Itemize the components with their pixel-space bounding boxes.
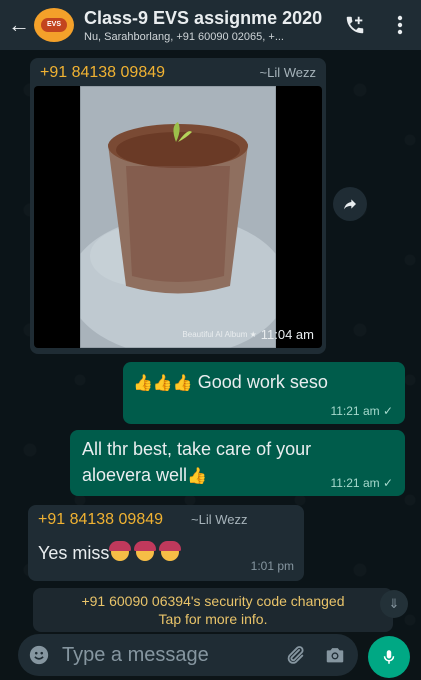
- back-arrow-icon[interactable]: ←: [4, 12, 34, 38]
- forward-icon[interactable]: [333, 187, 367, 221]
- chat-title: Class-9 EVS assignme 2020: [84, 7, 323, 28]
- chat-title-area[interactable]: Class-9 EVS assignme 2020 Nu, Sarahborla…: [84, 8, 344, 43]
- sender-phone[interactable]: +91 84138 09849: [38, 511, 163, 529]
- message-time: 1:01 pm: [250, 559, 294, 573]
- thumbs-up-emoji: 👍: [152, 375, 173, 392]
- message-body: 👍👍👍 Good work seso: [133, 372, 328, 393]
- add-call-icon[interactable]: [340, 10, 370, 40]
- thumbs-up-emoji: 👍: [187, 468, 207, 485]
- sender-alias: ~Lil Wezz: [191, 512, 248, 527]
- emoji-icon[interactable]: [22, 644, 56, 666]
- chat-header: ← EVS Class-9 EVS assignme 2020 Nu, Sara…: [0, 0, 421, 50]
- message-header: +91 84138 09849 ~Lil Wezz: [38, 511, 248, 529]
- notice-text: +91 60090 06394's security code changed: [81, 593, 345, 609]
- image-message[interactable]: +91 84138 09849 ~Lil Wezz Beautiful AI A…: [30, 58, 326, 354]
- thumbs-up-emoji: 👍: [133, 375, 153, 392]
- chat-participants: Nu, Sarahborlang, +91 60090 02065, +...: [84, 30, 284, 43]
- more-options-icon[interactable]: [385, 10, 415, 40]
- message-time: 11:21 am ✓: [330, 476, 393, 490]
- group-avatar[interactable]: EVS: [34, 8, 74, 42]
- outgoing-message[interactable]: 👍👍👍 Good work seso 11:21 am ✓: [123, 362, 405, 424]
- message-time: 11:21 am ✓: [330, 404, 393, 418]
- avatar-label: EVS: [41, 18, 67, 32]
- message-body: Yes miss: [38, 541, 182, 564]
- plant-photo: [68, 86, 288, 348]
- image-caption: Beautiful AI Album ★ 11:04 am: [182, 327, 314, 342]
- notice-link: Tap for more info.: [158, 611, 268, 627]
- chat-area[interactable]: +91 84138 09849 ~Lil Wezz Beautiful AI A…: [0, 50, 421, 632]
- scroll-down-icon[interactable]: ⇓: [380, 590, 408, 618]
- message-header: +91 84138 09849 ~Lil Wezz: [34, 62, 322, 86]
- incoming-message[interactable]: +91 84138 09849 ~Lil Wezz Yes miss 1:01 …: [28, 505, 304, 581]
- teacher-emoji: [159, 541, 182, 561]
- image-watermark: Beautiful AI Album ★: [182, 330, 257, 339]
- message-text: Yes miss: [38, 543, 110, 563]
- security-code-notice[interactable]: +91 60090 06394's security code changed …: [33, 588, 393, 632]
- message-composer: [18, 634, 358, 676]
- message-time: 11:04 am: [260, 327, 314, 342]
- photo-attachment[interactable]: Beautiful AI Album ★ 11:04 am: [34, 86, 322, 348]
- camera-icon[interactable]: [324, 644, 346, 671]
- thumbs-up-emoji: 👍: [172, 375, 193, 392]
- teacher-emoji: [134, 541, 157, 561]
- sender-phone[interactable]: +91 84138 09849: [40, 64, 165, 82]
- attach-icon[interactable]: [284, 644, 306, 671]
- teacher-emoji: [109, 541, 132, 561]
- outgoing-message[interactable]: All thr best, take care of your aloevera…: [70, 430, 405, 496]
- microphone-button[interactable]: [368, 636, 410, 678]
- message-text: Good work seso: [197, 372, 328, 392]
- sender-alias: ~Lil Wezz: [259, 65, 316, 80]
